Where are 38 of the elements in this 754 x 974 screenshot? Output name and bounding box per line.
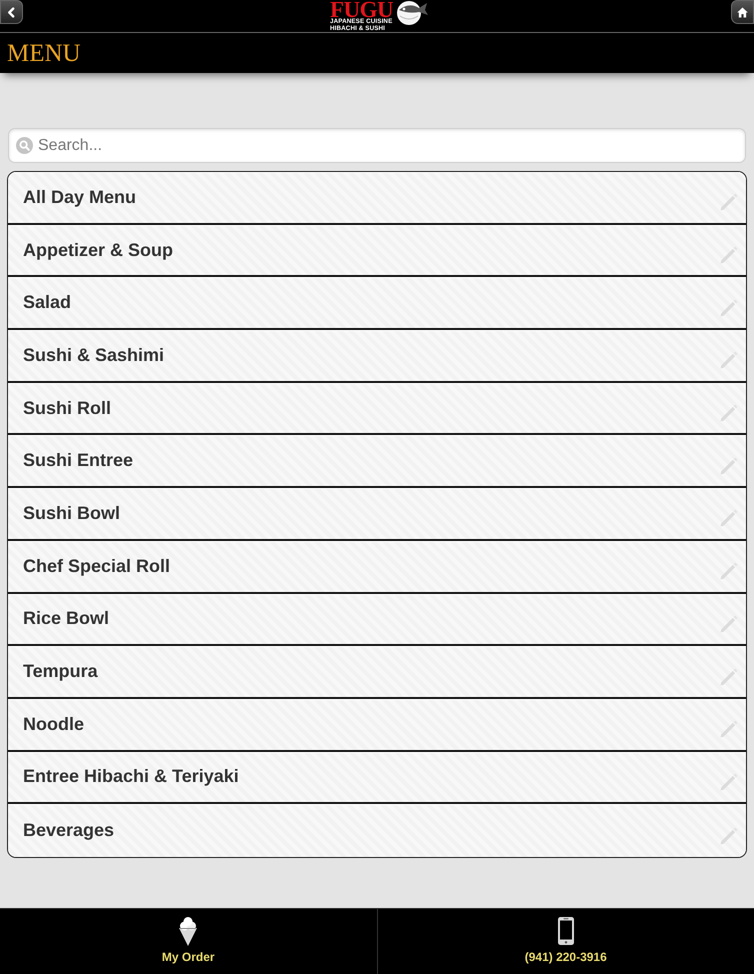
search-field[interactable]: Search... (8, 128, 746, 163)
pencil-icon (720, 720, 738, 738)
menu-category-item[interactable]: Salad (8, 277, 746, 330)
menu-category-item[interactable]: Sushi Bowl (8, 488, 746, 541)
search-icon (16, 137, 33, 154)
menu-category-item[interactable]: Sushi Entree (8, 435, 746, 488)
menu-category-item[interactable]: Sushi Roll (8, 382, 746, 436)
menu-category-item[interactable]: Chef Special Roll (8, 540, 746, 594)
pencil-icon (720, 404, 738, 422)
pencil-icon (720, 772, 738, 791)
chevron-left-icon (6, 6, 17, 18)
pencil-icon (720, 826, 738, 845)
pencil-icon (720, 668, 738, 686)
pencil-icon (720, 246, 738, 264)
my-order-button[interactable]: My Order (0, 909, 378, 974)
pencil-icon (720, 509, 738, 528)
pencil-icon (720, 456, 738, 475)
menu-category-item[interactable]: Beverages (8, 804, 746, 857)
back-button[interactable] (0, 0, 23, 24)
menu-category-item[interactable]: Rice Bowl (8, 594, 746, 646)
home-icon (737, 6, 748, 18)
logo-wordmark: FUGU (330, 0, 394, 19)
menu-category-item[interactable]: Sushi & Sashimi (8, 330, 746, 383)
ice-cream-cone-icon (177, 916, 200, 946)
phone-link[interactable]: (941) 220-3916 (378, 909, 754, 974)
menu-category-item[interactable]: Noodle (8, 698, 746, 752)
pencil-icon (720, 562, 738, 580)
menu-category-item[interactable]: All Day Menu (8, 172, 746, 225)
pencil-icon (720, 298, 738, 317)
pencil-icon (720, 614, 738, 633)
menu-category-item[interactable]: Tempura (8, 646, 746, 699)
menu-category-item[interactable]: Appetizer & Soup (8, 224, 746, 278)
home-button[interactable] (731, 0, 754, 24)
pencil-icon (720, 193, 738, 212)
pencil-icon (720, 351, 738, 370)
menu-category-item[interactable]: Entree Hibachi & Teriyaki (8, 752, 746, 804)
fish-logo-icon (394, 0, 428, 26)
page-title: MENU (7, 40, 81, 66)
